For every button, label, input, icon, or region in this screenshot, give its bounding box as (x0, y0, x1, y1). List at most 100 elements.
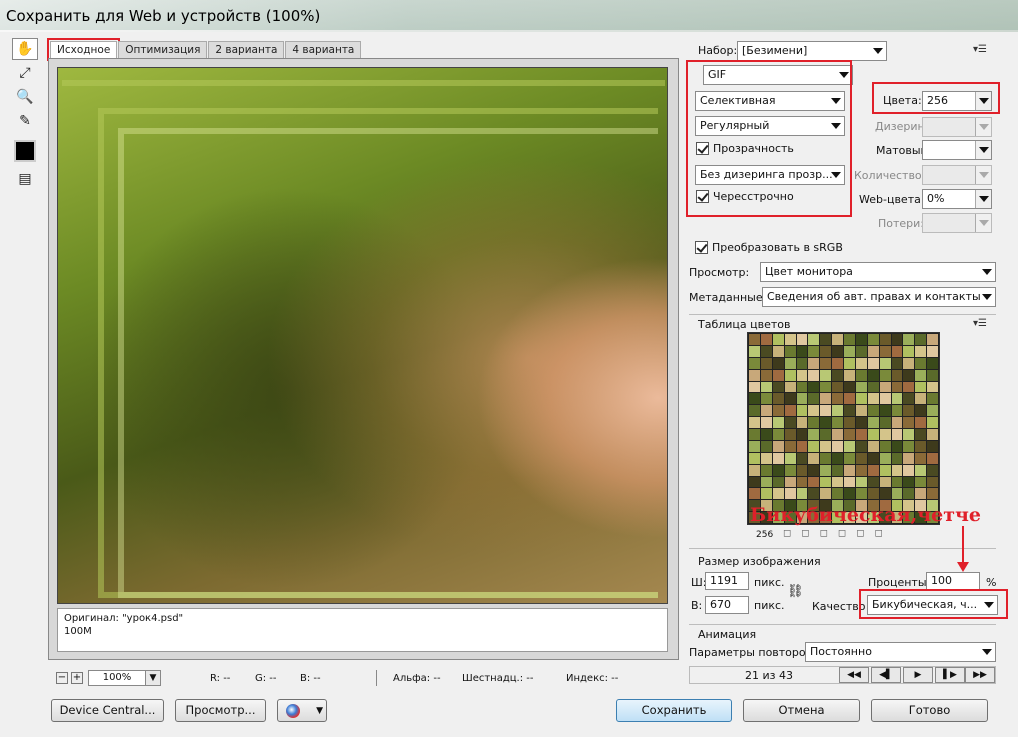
color-swatch[interactable] (820, 345, 832, 357)
color-swatch[interactable] (915, 334, 927, 345)
color-swatch[interactable] (915, 405, 927, 417)
color-swatch[interactable] (891, 334, 903, 345)
color-swatch[interactable] (867, 405, 879, 417)
color-swatch[interactable] (808, 334, 820, 345)
color-swatch[interactable] (844, 381, 855, 393)
loop-options-dropdown[interactable]: Постоянно (805, 642, 996, 662)
color-swatch[interactable] (855, 393, 867, 405)
color-swatch[interactable] (903, 369, 915, 381)
zoom-out-button[interactable]: − (56, 672, 68, 684)
color-swatch[interactable] (808, 357, 820, 369)
color-swatch[interactable] (760, 369, 772, 381)
color-swatch[interactable] (772, 334, 784, 345)
color-swatch[interactable] (796, 464, 808, 476)
color-swatch[interactable] (891, 440, 903, 452)
color-swatch[interactable] (844, 405, 855, 417)
color-swatch[interactable] (832, 452, 843, 464)
color-swatch[interactable] (927, 440, 938, 452)
color-swatch[interactable] (808, 488, 820, 500)
color-swatch[interactable] (760, 440, 772, 452)
color-swatch[interactable] (832, 381, 843, 393)
color-swatch[interactable] (867, 488, 879, 500)
color-swatch[interactable] (844, 452, 855, 464)
color-swatch[interactable] (796, 429, 808, 440)
color-swatch[interactable] (891, 476, 903, 488)
color-swatch[interactable] (760, 452, 772, 464)
color-swatch[interactable] (749, 417, 760, 428)
eyedropper-color-swatch[interactable] (14, 140, 36, 162)
height-field[interactable]: 670 (705, 596, 749, 614)
color-swatch[interactable] (879, 381, 891, 393)
lossy-combo[interactable] (922, 213, 992, 233)
color-swatch[interactable] (749, 369, 760, 381)
color-swatch[interactable] (784, 417, 796, 428)
color-swatch[interactable] (820, 393, 832, 405)
transparency-dither-dropdown[interactable]: Без дизеринга прозр... (695, 165, 845, 185)
color-swatch[interactable] (927, 334, 938, 345)
convert-srgb-checkbox[interactable] (695, 241, 708, 254)
color-swatch[interactable] (844, 429, 855, 440)
color-swatch[interactable] (772, 405, 784, 417)
color-swatch[interactable] (832, 476, 843, 488)
color-swatch[interactable] (867, 452, 879, 464)
color-swatch[interactable] (749, 405, 760, 417)
color-swatch[interactable] (772, 369, 784, 381)
color-swatch[interactable] (879, 488, 891, 500)
color-swatch[interactable] (808, 452, 820, 464)
color-swatch[interactable] (903, 334, 915, 345)
color-swatch[interactable] (749, 440, 760, 452)
color-swatch[interactable] (927, 369, 938, 381)
hand-tool-icon[interactable]: ✋ (12, 38, 38, 60)
dither-algorithm-dropdown[interactable]: Регулярный (695, 116, 845, 136)
color-swatch[interactable] (891, 417, 903, 428)
color-swatch[interactable] (844, 440, 855, 452)
color-swatch[interactable] (844, 357, 855, 369)
color-swatch[interactable] (820, 440, 832, 452)
color-swatch[interactable] (832, 405, 843, 417)
color-swatch[interactable] (855, 405, 867, 417)
tab-optimized[interactable]: Оптимизация (118, 41, 208, 58)
colors-combo[interactable]: 256 (922, 91, 992, 111)
color-swatch[interactable] (915, 452, 927, 464)
color-swatch[interactable] (855, 464, 867, 476)
color-table-actions[interactable]: ◻◻◻◻◻◻ (783, 528, 893, 539)
color-swatch[interactable] (915, 464, 927, 476)
color-swatch[interactable] (844, 464, 855, 476)
optimize-menu-icon[interactable]: ▾☰ (973, 44, 987, 55)
color-swatch[interactable] (772, 488, 784, 500)
color-swatch[interactable] (808, 405, 820, 417)
color-swatch[interactable] (808, 345, 820, 357)
color-swatch[interactable] (796, 381, 808, 393)
color-swatch[interactable] (867, 334, 879, 345)
color-swatch[interactable] (808, 476, 820, 488)
color-swatch[interactable] (855, 345, 867, 357)
color-swatch[interactable] (784, 357, 796, 369)
color-swatch[interactable] (820, 417, 832, 428)
color-swatch[interactable] (796, 334, 808, 345)
color-swatch[interactable] (927, 405, 938, 417)
tab-4-up[interactable]: 4 варианта (285, 41, 362, 58)
color-swatch[interactable] (832, 393, 843, 405)
color-swatch[interactable] (927, 417, 938, 428)
color-swatch[interactable] (927, 345, 938, 357)
color-swatch[interactable] (915, 440, 927, 452)
color-swatch[interactable] (927, 476, 938, 488)
color-swatch[interactable] (879, 334, 891, 345)
color-swatch[interactable] (855, 357, 867, 369)
color-swatch[interactable] (760, 405, 772, 417)
color-swatch[interactable] (832, 334, 843, 345)
color-swatch[interactable] (844, 345, 855, 357)
color-swatch[interactable] (867, 476, 879, 488)
color-swatch[interactable] (820, 369, 832, 381)
color-swatch[interactable] (855, 440, 867, 452)
color-swatch[interactable] (903, 345, 915, 357)
color-swatch[interactable] (891, 357, 903, 369)
color-swatch[interactable] (749, 381, 760, 393)
color-swatch[interactable] (844, 488, 855, 500)
quality-dropdown[interactable]: Бикубическая, ч... (867, 595, 998, 615)
color-swatch[interactable] (915, 345, 927, 357)
color-swatch[interactable] (867, 393, 879, 405)
color-swatch[interactable] (820, 429, 832, 440)
color-swatch[interactable] (855, 334, 867, 345)
color-swatch[interactable] (879, 345, 891, 357)
